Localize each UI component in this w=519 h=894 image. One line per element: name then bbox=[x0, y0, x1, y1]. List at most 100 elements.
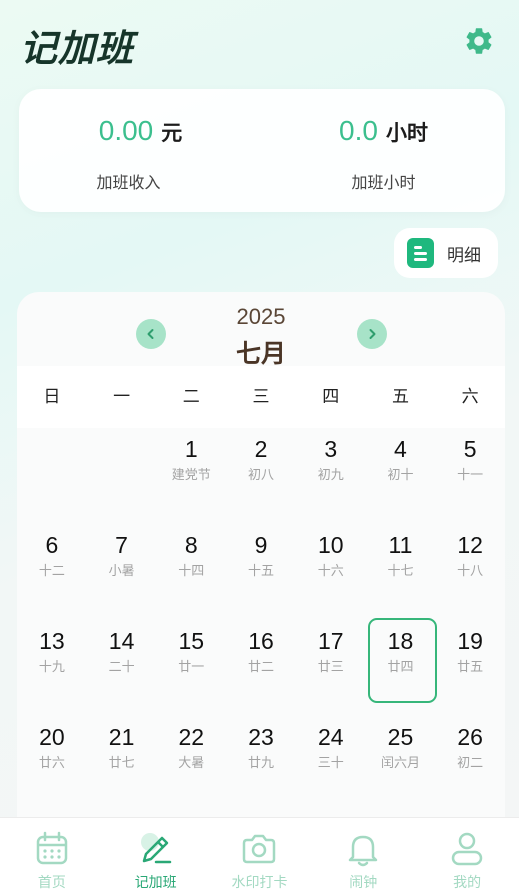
lunar-label: 闰六月 bbox=[380, 756, 420, 771]
calendar-week: 6 十二 7 小暑 8 十四 9 十五 10 十六 11 十七 12 十八 bbox=[17, 524, 505, 620]
calendar-day[interactable]: 23 廿九 bbox=[226, 716, 296, 812]
hours-stat: 0.0 小时 加班小时 bbox=[262, 89, 505, 212]
calendar-day[interactable]: 5 十一 bbox=[435, 428, 505, 524]
lunar-label: 廿四 bbox=[387, 660, 414, 675]
calendar-day[interactable]: 21 廿七 bbox=[87, 716, 157, 812]
hours-label: 加班小时 bbox=[351, 173, 416, 192]
calendar-day[interactable]: 2 初八 bbox=[226, 428, 296, 524]
lunar-label: 十一 bbox=[457, 468, 484, 483]
settings-button[interactable] bbox=[460, 22, 498, 60]
calendar-day[interactable]: 1 建党节 bbox=[156, 428, 226, 524]
calendar: 2025 七月 日 一 二 三 四 五 六 1 建党节 2 初八 3 初九 4 初十 5 十一 6 十… bbox=[17, 292, 505, 852]
next-month-button[interactable] bbox=[357, 319, 387, 349]
weekday-label: 六 bbox=[461, 387, 479, 407]
bell-icon bbox=[349, 835, 378, 867]
calendar-week: 13 十九 14 二十 15 廿一 16 廿二 17 廿三 18 廿四 19 廿五 bbox=[17, 618, 505, 716]
summary-card: 0.00 元 加班收入 0.0 小时 加班小时 bbox=[19, 89, 505, 212]
tab-label: 记加班 bbox=[134, 875, 177, 891]
calendar-day-empty bbox=[17, 428, 87, 524]
tab-label: 首页 bbox=[37, 875, 66, 891]
day-number: 24 bbox=[317, 724, 344, 750]
lunar-label: 建党节 bbox=[171, 468, 211, 483]
tab-mine[interactable]: 我的 bbox=[415, 818, 519, 894]
gear-icon bbox=[466, 28, 492, 54]
lunar-label: 廿六 bbox=[38, 756, 65, 771]
lunar-label: 廿五 bbox=[457, 660, 484, 675]
day-number: 8 bbox=[184, 532, 198, 558]
lunar-label: 廿七 bbox=[108, 756, 135, 771]
calendar-day[interactable]: 13 十九 bbox=[17, 620, 87, 716]
lunar-label: 三十 bbox=[317, 756, 344, 771]
calendar-week: 1 建党节 2 初八 3 初九 4 初十 5 十一 bbox=[17, 428, 505, 524]
lunar-label: 十五 bbox=[248, 564, 275, 579]
lunar-label: 廿一 bbox=[178, 660, 205, 675]
day-number: 9 bbox=[254, 532, 268, 558]
day-number: 23 bbox=[248, 724, 274, 750]
tab-label: 水印打卡 bbox=[231, 875, 288, 891]
calendar-day[interactable]: 12 十八 bbox=[435, 524, 505, 620]
app-title: 记加班 bbox=[20, 27, 134, 70]
day-number: 2 bbox=[254, 436, 268, 462]
calendar-day[interactable]: 19 廿五 bbox=[435, 620, 505, 716]
weekday-label: 三 bbox=[252, 387, 270, 407]
day-number: 19 bbox=[457, 628, 483, 654]
lunar-label: 初九 bbox=[317, 468, 344, 483]
calendar-day[interactable]: 25 闰六月 bbox=[366, 716, 436, 812]
calendar-day[interactable]: 15 廿一 bbox=[156, 620, 226, 716]
lunar-label: 初十 bbox=[387, 468, 414, 483]
income-value: 0.00 bbox=[98, 115, 154, 146]
calendar-day[interactable]: 9 十五 bbox=[226, 524, 296, 620]
detail-label: 明细 bbox=[447, 245, 481, 266]
camera-icon bbox=[243, 834, 276, 864]
calendar-day[interactable]: 16 廿二 bbox=[226, 620, 296, 716]
lunar-label: 十二 bbox=[38, 564, 65, 579]
calendar-day[interactable]: 8 十四 bbox=[156, 524, 226, 620]
day-number: 6 bbox=[45, 532, 59, 558]
lunar-label: 初八 bbox=[248, 468, 275, 483]
calendar-day[interactable]: 10 十六 bbox=[296, 524, 366, 620]
calendar-day[interactable]: 3 初九 bbox=[296, 428, 366, 524]
calendar-icon bbox=[36, 831, 68, 865]
calendar-day[interactable]: 22 大暑 bbox=[156, 716, 226, 812]
hours-value: 0.0 bbox=[339, 115, 378, 146]
calendar-day[interactable]: 24 三十 bbox=[296, 716, 366, 812]
calendar-week: 20 廿六 21 廿七 22 大暑 23 廿九 24 三十 25 闰六月 26 初二 bbox=[17, 716, 505, 812]
calendar-day[interactable]: 17 廿三 bbox=[296, 620, 366, 716]
lunar-label: 十六 bbox=[317, 564, 344, 579]
calendar-day[interactable]: 11 十七 bbox=[366, 524, 436, 620]
lunar-label: 廿二 bbox=[248, 660, 275, 675]
lunar-label: 十七 bbox=[387, 564, 414, 579]
calendar-grid: 1 建党节 2 初八 3 初九 4 初十 5 十一 6 十二 7 小暑 8 十四 9 十五 10 十六 11 十七 12 十八… bbox=[17, 428, 505, 812]
detail-button[interactable]: 明细 bbox=[394, 228, 498, 278]
calendar-day[interactable]: 7 小暑 bbox=[87, 524, 157, 620]
lunar-label: 廿三 bbox=[317, 660, 344, 675]
bottom-tab-bar: 首页 记加班 水印打卡 闹钟 我的 bbox=[0, 817, 519, 894]
day-number: 17 bbox=[317, 628, 344, 654]
calendar-day[interactable]: 14 二十 bbox=[87, 620, 157, 716]
tab-alarm[interactable]: 闹钟 bbox=[311, 818, 415, 894]
day-number: 18 bbox=[387, 628, 414, 654]
tab-overtime[interactable]: 记加班 bbox=[104, 818, 208, 894]
day-number: 7 bbox=[115, 532, 128, 558]
calendar-year: 2025 bbox=[236, 304, 286, 329]
tab-label: 闹钟 bbox=[349, 875, 378, 891]
lunar-label: 大暑 bbox=[178, 756, 205, 771]
calendar-day[interactable]: 20 廿六 bbox=[17, 716, 87, 812]
day-number: 26 bbox=[457, 724, 483, 750]
user-icon bbox=[451, 832, 483, 866]
lunar-label: 二十 bbox=[108, 660, 135, 675]
income-label: 加班收入 bbox=[96, 173, 161, 192]
day-number: 11 bbox=[388, 532, 413, 558]
income-stat: 0.00 元 加班收入 bbox=[19, 89, 262, 212]
tab-home[interactable]: 首页 bbox=[0, 818, 104, 894]
tab-watermark[interactable]: 水印打卡 bbox=[208, 818, 312, 894]
weekday-label: 四 bbox=[322, 387, 340, 407]
day-number: 3 bbox=[324, 436, 338, 462]
day-number: 12 bbox=[457, 532, 483, 558]
lunar-label: 廿九 bbox=[248, 756, 275, 771]
day-number: 22 bbox=[178, 724, 205, 750]
calendar-day[interactable]: 26 初二 bbox=[435, 716, 505, 812]
calendar-day[interactable]: 4 初十 bbox=[366, 428, 436, 524]
calendar-day-today[interactable]: 18 廿四 bbox=[366, 618, 437, 716]
calendar-day[interactable]: 6 十二 bbox=[17, 524, 87, 620]
